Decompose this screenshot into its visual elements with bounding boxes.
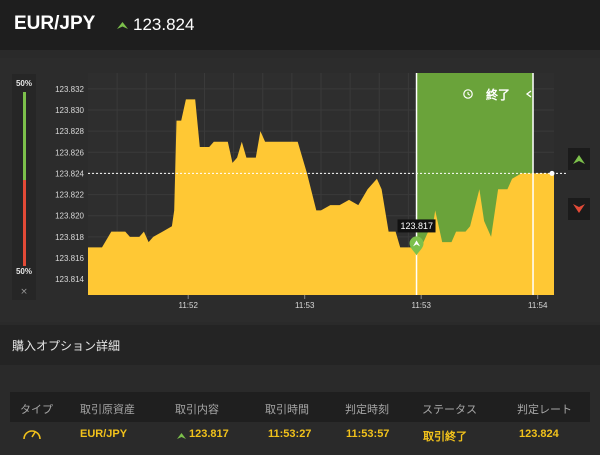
y-tick-label: 123.818 bbox=[55, 233, 84, 242]
y-tick-label: 123.820 bbox=[55, 212, 84, 221]
details-table: タイプ 取引原資産 取引内容 取引時間 判定時刻 ステータス 判定レート EUR… bbox=[0, 365, 600, 455]
col-judge-time: 判定時刻 bbox=[345, 403, 389, 416]
col-content: 取引内容 bbox=[175, 403, 219, 416]
y-tick-label: 123.830 bbox=[55, 106, 84, 115]
y-tick-label: 123.816 bbox=[55, 254, 84, 263]
header-rate: 123.824 bbox=[133, 15, 195, 34]
x-tick-label: 11:54 bbox=[528, 301, 548, 310]
arrow-up-icon bbox=[177, 433, 186, 439]
arrow-up-icon bbox=[573, 155, 585, 164]
gauge-icon bbox=[23, 430, 41, 440]
row-judge-rate: 123.824 bbox=[519, 428, 559, 440]
arrow-up-icon bbox=[117, 22, 128, 29]
col-asset: 取引原資産 bbox=[80, 403, 135, 416]
col-type: タイプ bbox=[20, 403, 53, 416]
row-status: 取引終了 bbox=[423, 430, 467, 443]
x-tick-label: 11:53 bbox=[411, 301, 431, 310]
y-tick-label: 123.822 bbox=[55, 191, 84, 200]
low-button[interactable] bbox=[568, 198, 590, 220]
y-tick-label: 123.828 bbox=[55, 127, 84, 136]
end-label: 終了 bbox=[486, 87, 510, 102]
y-tick-label: 123.814 bbox=[55, 275, 84, 284]
x-tick-label: 11:53 bbox=[295, 301, 315, 310]
col-status: ステータス bbox=[422, 403, 477, 416]
y-tick-label: 123.824 bbox=[55, 169, 84, 178]
price-chart: 123.814 123.816 123.818 123.820 123.822 123.8… bbox=[55, 73, 566, 310]
pair-title: EUR/JPY bbox=[14, 13, 96, 34]
header-bar: EUR/JPY 123.824 bbox=[0, 0, 600, 50]
col-trade-time: 取引時間 bbox=[265, 403, 309, 416]
x-tick-label: 11:52 bbox=[178, 301, 198, 310]
arrow-down-icon bbox=[573, 204, 585, 213]
details-section-header: 購入オプション詳細 bbox=[0, 325, 600, 365]
col-judge-rate: 判定レート bbox=[517, 403, 572, 416]
row-content: 123.817 bbox=[189, 428, 229, 440]
high-button[interactable] bbox=[568, 148, 590, 170]
y-tick-label: 123.826 bbox=[55, 148, 84, 157]
entry-label: 123.817 bbox=[401, 221, 434, 231]
trade-window: { "header": { "pair": "EUR/JPY", "rate":… bbox=[0, 0, 600, 455]
row-judge-time: 11:53:57 bbox=[346, 428, 390, 440]
y-tick-label: 123.832 bbox=[55, 85, 84, 94]
current-rate-dot bbox=[549, 170, 555, 176]
details-title: 購入オプション詳細 bbox=[12, 339, 121, 353]
row-trade-time: 11:53:27 bbox=[268, 428, 312, 440]
row-asset: EUR/JPY bbox=[80, 428, 128, 440]
